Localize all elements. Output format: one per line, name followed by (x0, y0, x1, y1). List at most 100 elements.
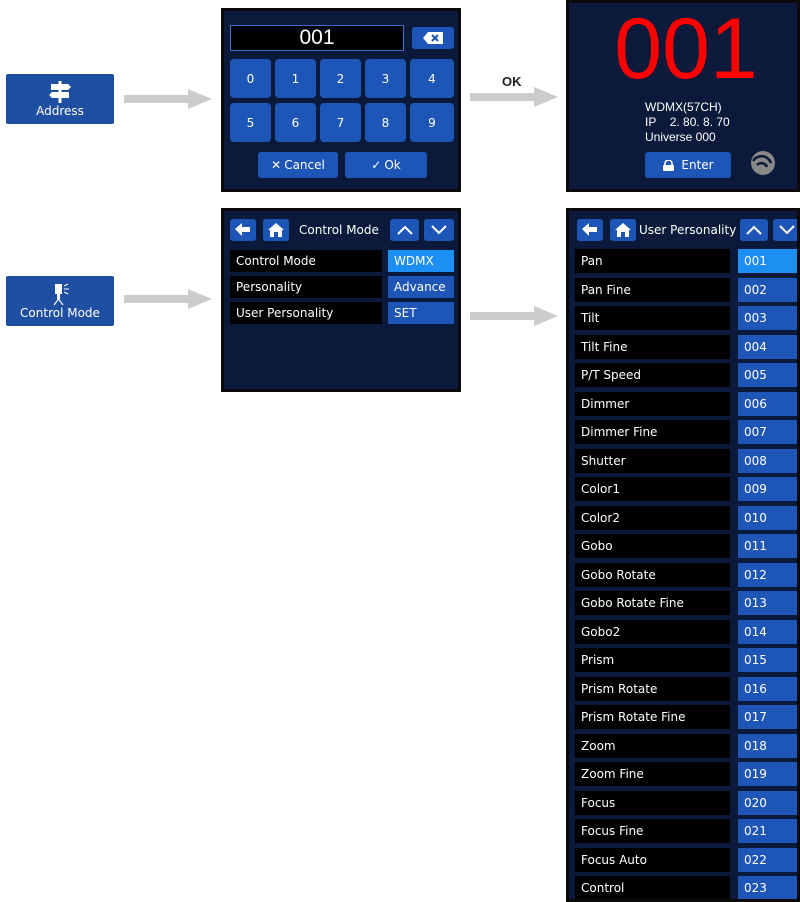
channel-value-button[interactable]: 017 (738, 705, 797, 729)
back-arrow-icon (235, 223, 250, 236)
setting-label: User Personality (230, 302, 382, 324)
back-button[interactable] (577, 219, 603, 241)
setting-value-button[interactable]: SET (388, 302, 454, 324)
channel-value-button[interactable]: 007 (738, 420, 797, 444)
channel-label: Dimmer Fine (575, 420, 730, 444)
setting-value-button[interactable]: WDMX (388, 250, 454, 272)
channel-label: Zoom Fine (575, 762, 730, 786)
control-mode-tile-label: Control Mode (20, 306, 100, 320)
backspace-icon (423, 32, 443, 44)
channel-label: Focus (575, 790, 730, 815)
channel-value-button[interactable]: 008 (738, 448, 797, 473)
scroll-up-button[interactable] (740, 219, 768, 241)
channel-label: Focus Fine (575, 819, 730, 843)
key-6[interactable]: 6 (275, 103, 316, 142)
key-0[interactable]: 0 (230, 59, 271, 98)
channel-value-button[interactable]: 023 (738, 876, 797, 899)
arrow-right-icon (124, 89, 212, 109)
key-9[interactable]: 9 (410, 103, 454, 142)
channel-label: Gobo2 (575, 619, 730, 644)
channel-label: P/T Speed (575, 363, 730, 387)
channel-label: Tilt (575, 306, 730, 330)
key-4[interactable]: 4 (410, 59, 454, 98)
channel-value-button[interactable]: 002 (738, 277, 797, 302)
chevron-down-icon (779, 225, 795, 235)
user-personality-screen: User Personality Pan 001 Pan Fine 002 Tilt 00… (566, 208, 800, 902)
lock-icon (663, 159, 675, 171)
back-button[interactable] (230, 219, 256, 241)
back-arrow-icon (582, 223, 597, 236)
setting-value-button[interactable]: Advance (388, 276, 454, 298)
key-1[interactable]: 1 (275, 59, 316, 98)
home-button[interactable] (610, 219, 636, 241)
signpost-icon (49, 81, 71, 103)
channel-label: Pan Fine (575, 277, 730, 302)
cancel-label: Cancel (284, 158, 325, 172)
channel-label: Focus Auto (575, 847, 730, 872)
channel-value-button[interactable]: 004 (738, 334, 797, 359)
channel-value-button[interactable]: 001 (738, 249, 797, 273)
setting-label: Personality (230, 276, 382, 298)
home-button[interactable] (263, 219, 289, 241)
channel-value-button[interactable]: 009 (738, 477, 797, 501)
ok-button[interactable]: ✓ Ok (345, 152, 427, 178)
channel-value-button[interactable]: 020 (738, 790, 797, 815)
arrow-right-icon (124, 289, 212, 309)
channel-label: Control (575, 876, 730, 899)
channel-label: Color1 (575, 477, 730, 501)
universe-text: Universe 000 (645, 130, 716, 144)
key-3[interactable]: 3 (365, 59, 406, 98)
setting-label: Control Mode (230, 250, 382, 272)
scroll-down-button[interactable] (773, 219, 797, 241)
cancel-button[interactable]: ✕ Cancel (258, 152, 338, 178)
control-mode-tile[interactable]: Control Mode (6, 276, 114, 326)
scroll-down-button[interactable] (424, 219, 454, 241)
key-2[interactable]: 2 (320, 59, 361, 98)
signal-icon (751, 151, 775, 175)
key-5[interactable]: 5 (230, 103, 271, 142)
key-7[interactable]: 7 (320, 103, 361, 142)
channel-value-button[interactable]: 011 (738, 534, 797, 558)
enter-label: Enter (681, 158, 714, 172)
channel-value-button[interactable]: 012 (738, 562, 797, 587)
backspace-button[interactable] (412, 27, 454, 49)
channel-value-button[interactable]: 010 (738, 505, 797, 530)
channel-value-button[interactable]: 018 (738, 733, 797, 758)
ok-label: Ok (384, 158, 401, 172)
channel-label: Shutter (575, 448, 730, 473)
key-8[interactable]: 8 (365, 103, 406, 142)
address-input[interactable]: 001 (230, 25, 404, 51)
check-icon: ✓ (371, 158, 382, 172)
channel-label: Gobo Rotate Fine (575, 591, 730, 615)
channel-label: Pan (575, 249, 730, 273)
channel-value-button[interactable]: 022 (738, 847, 797, 872)
channel-value-button[interactable]: 005 (738, 363, 797, 387)
channel-label: Gobo (575, 534, 730, 558)
channel-value-button[interactable]: 021 (738, 819, 797, 843)
channel-value-button[interactable]: 013 (738, 591, 797, 615)
channel-value-button[interactable]: 003 (738, 306, 797, 330)
arrow-right-icon (470, 306, 558, 326)
channel-label: Zoom (575, 733, 730, 758)
close-icon: ✕ (271, 158, 282, 172)
keypad-screen: 001 0 1 2 3 4 5 6 7 8 9 ✕ Cancel ✓ Ok (221, 8, 461, 192)
ok-arrow-label: OK (502, 74, 522, 89)
home-icon (615, 223, 631, 237)
chevron-up-icon (746, 225, 762, 235)
address-result-screen: 001 WDMX(57CH) IP 2. 80. 8. 70 Universe … (566, 0, 800, 192)
ip-label: IP (645, 115, 657, 129)
ip-row: IP 2. 80. 8. 70 (645, 115, 730, 129)
chevron-up-icon (396, 225, 413, 235)
channel-value-button[interactable]: 014 (738, 619, 797, 644)
channel-value-button[interactable]: 016 (738, 676, 797, 701)
scroll-up-button[interactable] (390, 219, 419, 241)
channel-value-button[interactable]: 019 (738, 762, 797, 786)
channel-value-button[interactable]: 006 (738, 391, 797, 416)
channel-label: Prism Rotate (575, 676, 730, 701)
enter-button[interactable]: Enter (645, 152, 731, 178)
channel-label: Gobo Rotate (575, 562, 730, 587)
address-tile[interactable]: Address (6, 74, 114, 124)
channel-value-button[interactable]: 015 (738, 648, 797, 672)
channel-label: Tilt Fine (575, 334, 730, 359)
chevron-down-icon (431, 225, 447, 235)
